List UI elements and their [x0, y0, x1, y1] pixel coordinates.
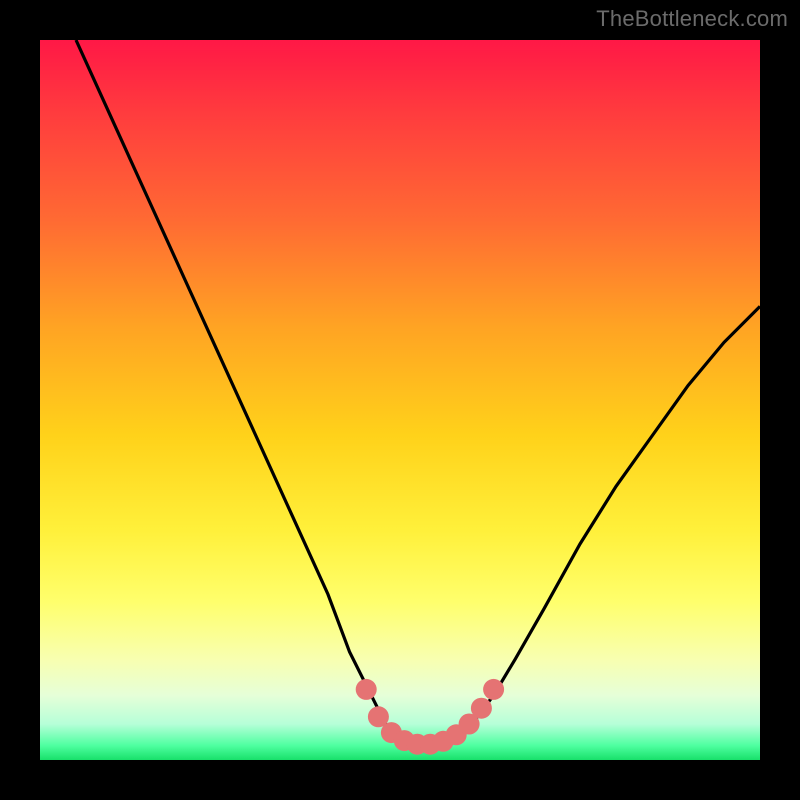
highlight-dot [471, 698, 492, 719]
bottleneck-curve-path [76, 40, 760, 746]
chart-frame: TheBottleneck.com [0, 0, 800, 800]
plot-area [40, 40, 760, 760]
highlight-dots-group [356, 679, 504, 755]
watermark-text: TheBottleneck.com [596, 6, 788, 32]
highlight-dot [356, 679, 377, 700]
bottleneck-curve-svg [40, 40, 760, 760]
highlight-dot [483, 679, 504, 700]
